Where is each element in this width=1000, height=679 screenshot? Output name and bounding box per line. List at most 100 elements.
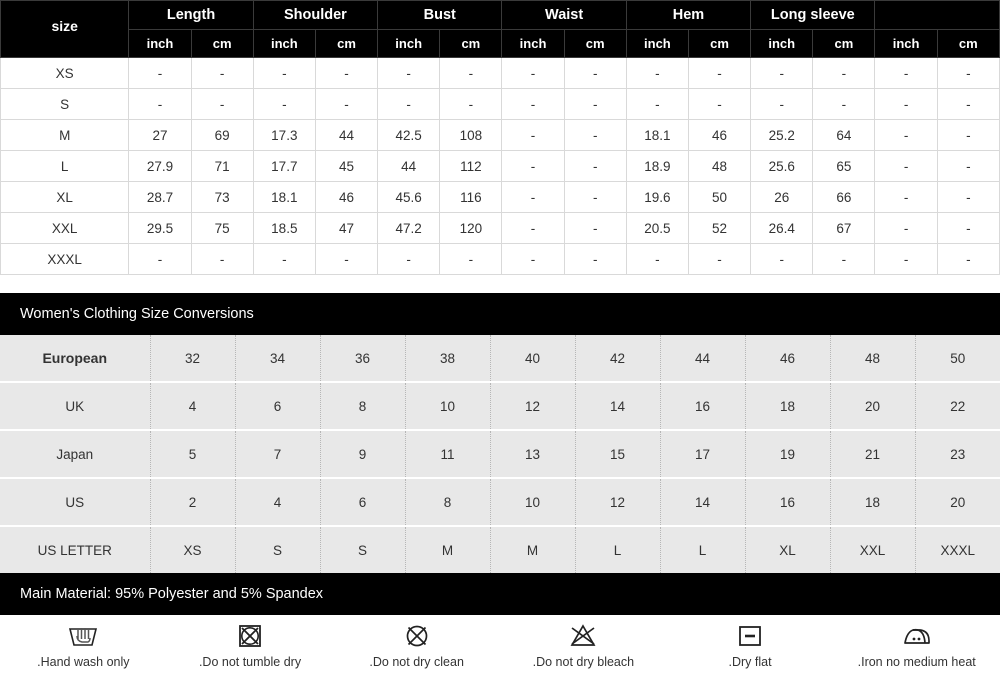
care-label: .Dry flat bbox=[728, 655, 772, 669]
cell: 66 bbox=[812, 181, 876, 213]
cell: - bbox=[874, 57, 938, 89]
care-label: .Do not tumble dry bbox=[198, 655, 302, 669]
cell: 73 bbox=[190, 181, 254, 213]
cell: - bbox=[252, 88, 316, 120]
cell: 15 bbox=[574, 430, 660, 479]
cell: - bbox=[252, 243, 316, 275]
table-row: European 32 34 36 38 40 42 44 46 48 50 bbox=[0, 335, 1000, 383]
table-row: Japan 5 7 9 11 13 15 17 19 21 23 bbox=[0, 430, 1000, 479]
unit-header-extra-inch: inch bbox=[874, 29, 938, 58]
cell: 27.9 bbox=[128, 150, 192, 182]
cell: 12 bbox=[489, 382, 575, 431]
conversion-row-label: US bbox=[0, 478, 150, 527]
unit-header-bust-cm: cm bbox=[439, 29, 503, 58]
group-header-shoulder: Shoulder bbox=[252, 0, 379, 30]
conversion-row-label: Japan bbox=[0, 430, 150, 479]
cell: 8 bbox=[319, 382, 405, 431]
cell: 16 bbox=[744, 478, 830, 527]
cell: - bbox=[501, 181, 565, 213]
cell: 25.2 bbox=[750, 119, 814, 151]
cell: - bbox=[563, 119, 627, 151]
cell: 23 bbox=[914, 430, 1000, 479]
cell: 45.6 bbox=[377, 181, 441, 213]
cell: 46 bbox=[687, 119, 752, 151]
cell: 20.5 bbox=[625, 212, 689, 244]
conversions-title: Women's Clothing Size Conversions bbox=[0, 293, 1000, 335]
group-header-hem: Hem bbox=[625, 0, 752, 30]
group-header-bust: Bust bbox=[377, 0, 503, 30]
cell: 47.2 bbox=[377, 212, 441, 244]
cell: - bbox=[936, 88, 1000, 120]
cell: 27 bbox=[128, 119, 192, 151]
cell: 46 bbox=[744, 335, 830, 383]
group-header-unnamed bbox=[874, 0, 1000, 30]
cell: - bbox=[439, 243, 503, 275]
cell: - bbox=[501, 119, 565, 151]
table-row: XXL 29.5 75 18.5 47 47.2 120 - - 20.5 52… bbox=[0, 212, 1000, 244]
dry-flat-icon bbox=[735, 621, 765, 651]
cell: - bbox=[563, 243, 627, 275]
cell: S bbox=[234, 526, 320, 573]
cell: - bbox=[750, 57, 814, 89]
cell: - bbox=[377, 57, 441, 89]
row-size-label: XXXL bbox=[0, 243, 130, 275]
care-item-hand-wash: .Hand wash only bbox=[0, 621, 167, 669]
unit-header-length-inch: inch bbox=[128, 29, 192, 58]
cell: 112 bbox=[439, 150, 503, 182]
cell: 44 bbox=[377, 150, 441, 182]
cell: 13 bbox=[489, 430, 575, 479]
cell: 116 bbox=[439, 181, 503, 213]
table-row: XL 28.7 73 18.1 46 45.6 116 - - 19.6 50 … bbox=[0, 181, 1000, 213]
cell: 14 bbox=[574, 382, 660, 431]
cell: - bbox=[936, 150, 1000, 182]
cell: - bbox=[812, 243, 876, 275]
cell: 120 bbox=[439, 212, 503, 244]
cell: 48 bbox=[687, 150, 752, 182]
unit-header-hem-inch: inch bbox=[625, 29, 689, 58]
measurement-table-head: size Length Shoulder Bust Waist Hem Long… bbox=[0, 0, 1000, 58]
row-size-label: L bbox=[0, 150, 130, 182]
cell: 17 bbox=[659, 430, 745, 479]
care-label: .Hand wash only bbox=[37, 655, 130, 669]
cell: - bbox=[874, 119, 938, 151]
no-tumble-dry-icon bbox=[235, 621, 265, 651]
table-row: M 27 69 17.3 44 42.5 108 - - 18.1 46 25.… bbox=[0, 119, 1000, 151]
group-header-waist: Waist bbox=[501, 0, 627, 30]
cell: - bbox=[563, 212, 627, 244]
conversions-table: European 32 34 36 38 40 42 44 46 48 50 U… bbox=[0, 335, 1000, 573]
care-label: .Iron no medium heat bbox=[857, 655, 976, 669]
cell: - bbox=[563, 57, 627, 89]
unit-header-waist-cm: cm bbox=[563, 29, 627, 58]
iron-medium-heat-icon bbox=[900, 621, 934, 651]
cell: 65 bbox=[812, 150, 876, 182]
cell: XS bbox=[149, 526, 235, 573]
group-header-length: Length bbox=[128, 0, 254, 30]
cell: 46 bbox=[314, 181, 379, 213]
cell: - bbox=[936, 243, 1000, 275]
cell: 8 bbox=[404, 478, 490, 527]
cell: - bbox=[750, 88, 814, 120]
table-row: XS - - - - - - - - - - - - - - bbox=[0, 57, 1000, 89]
unit-header-sleeve-cm: cm bbox=[812, 29, 876, 58]
care-item-iron-medium-heat: .Iron no medium heat bbox=[833, 621, 1000, 669]
cell: 2 bbox=[149, 478, 235, 527]
table-separator-gap bbox=[0, 275, 1000, 293]
cell: 26 bbox=[750, 181, 814, 213]
unit-header-hem-cm: cm bbox=[687, 29, 752, 58]
conversion-row-label: UK bbox=[0, 382, 150, 431]
cell: - bbox=[625, 243, 689, 275]
cell: 9 bbox=[319, 430, 405, 479]
size-conversions-section: Women's Clothing Size Conversions Europe… bbox=[0, 293, 1000, 573]
cell: 6 bbox=[319, 478, 405, 527]
care-label: .Do not dry bleach bbox=[532, 655, 635, 669]
size-chart-page: size Length Shoulder Bust Waist Hem Long… bbox=[0, 0, 1000, 679]
unit-header-shoulder-cm: cm bbox=[314, 29, 379, 58]
cell: 45 bbox=[314, 150, 379, 182]
cell: - bbox=[750, 243, 814, 275]
cell: 22 bbox=[914, 382, 1000, 431]
cell: - bbox=[936, 57, 1000, 89]
row-size-label: XXL bbox=[0, 212, 130, 244]
conversions-table-body: European 32 34 36 38 40 42 44 46 48 50 U… bbox=[0, 335, 1000, 573]
cell: 6 bbox=[234, 382, 320, 431]
table-row: UK 4 6 8 10 12 14 16 18 20 22 bbox=[0, 382, 1000, 431]
